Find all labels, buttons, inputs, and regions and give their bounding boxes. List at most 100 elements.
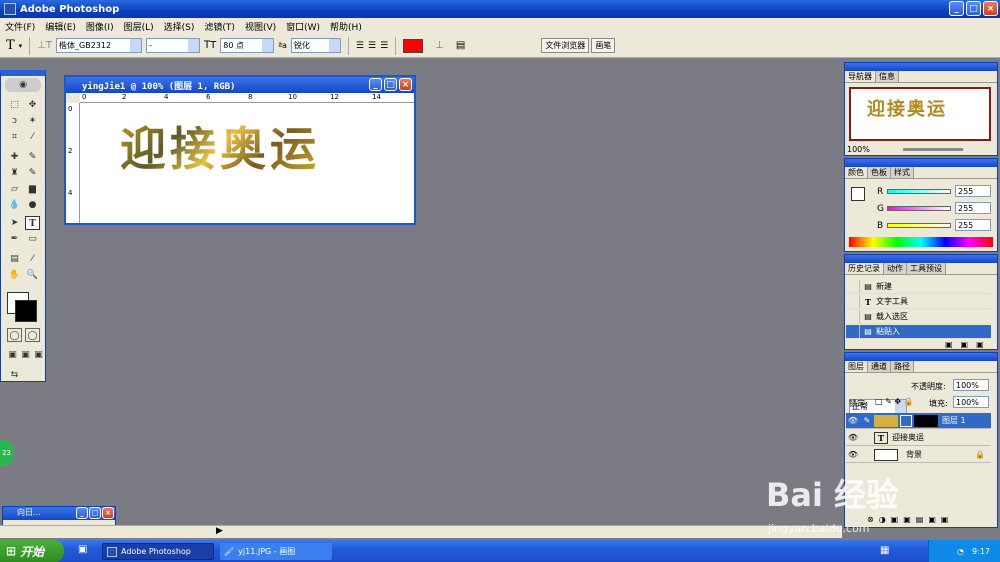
- langbar-close-button[interactable]: ×: [102, 507, 114, 519]
- r-slider[interactable]: [887, 189, 951, 194]
- b-value[interactable]: 255: [955, 219, 991, 231]
- text-color-swatch[interactable]: [403, 38, 424, 53]
- clock[interactable]: 9:17: [972, 547, 990, 556]
- navigator-preview[interactable]: 迎接奥运: [849, 87, 991, 141]
- dodge-tool-icon[interactable]: ●: [25, 198, 40, 212]
- menu-layer[interactable]: 图层(L): [119, 20, 159, 33]
- g-value[interactable]: 255: [955, 202, 991, 214]
- show-desktop-icon[interactable]: ▣: [78, 544, 87, 555]
- font-family-select[interactable]: 楷体_GB2312: [56, 38, 143, 53]
- align-center-icon[interactable]: ☰: [368, 41, 376, 51]
- navigator-zoom[interactable]: 100%: [847, 145, 870, 154]
- layer-row[interactable]: 👁 背景 🔒: [846, 447, 991, 463]
- zoom-slider[interactable]: [903, 148, 963, 151]
- file-browser-tab[interactable]: 文件浏览器: [541, 38, 590, 53]
- move-tool-icon[interactable]: ✥: [25, 98, 40, 112]
- document-window[interactable]: yingJie1 @ 100% (图层 1, RGB) _ □ × 0 2 4 …: [64, 75, 416, 225]
- warp-text-icon[interactable]: ⊥: [435, 40, 444, 51]
- pen-tool-icon[interactable]: ✒: [7, 232, 22, 246]
- shape-tool-icon[interactable]: ▭: [25, 232, 40, 246]
- taskbar-item-paint[interactable]: 🖌 yj11.JPG - 画图: [220, 543, 332, 560]
- doc-close-button[interactable]: ×: [399, 78, 412, 91]
- tab-history[interactable]: 历史记录: [845, 263, 884, 274]
- menu-file[interactable]: 文件(F): [0, 20, 40, 33]
- gradient-tool-icon[interactable]: ▆: [25, 182, 40, 196]
- adobe-online-icon[interactable]: ◉: [5, 78, 41, 92]
- type-tool-icon[interactable]: T: [6, 38, 15, 53]
- layer-row[interactable]: 👁 ✎ 图层 1: [846, 413, 991, 429]
- hand-tool-icon[interactable]: ✋: [7, 268, 22, 282]
- lasso-tool-icon[interactable]: ↄ: [7, 114, 22, 128]
- brush-tool-icon[interactable]: ✎: [25, 150, 40, 164]
- font-size-select[interactable]: 80 点: [220, 38, 275, 53]
- path-select-icon[interactable]: ➤: [7, 216, 22, 230]
- document-title-bar[interactable]: yingJie1 @ 100% (图层 1, RGB): [66, 77, 414, 93]
- tab-actions[interactable]: 动作: [884, 263, 907, 274]
- antialias-select[interactable]: 锐化: [290, 38, 341, 53]
- layer-row[interactable]: 👁 T 迎接奥运: [846, 430, 991, 446]
- eyedropper-icon[interactable]: ⁄: [25, 252, 40, 266]
- type-tool-active-icon[interactable]: T: [25, 216, 40, 230]
- background-color-swatch[interactable]: [15, 300, 37, 322]
- eye-icon[interactable]: 👁: [846, 433, 860, 442]
- quick-mask-icon[interactable]: ◯: [25, 328, 40, 342]
- align-left-icon[interactable]: ☰: [356, 41, 364, 51]
- eraser-tool-icon[interactable]: ▱: [7, 182, 22, 196]
- close-button[interactable]: ×: [983, 1, 998, 16]
- blur-tool-icon[interactable]: 💧: [7, 198, 22, 212]
- clone-stamp-icon[interactable]: ♜: [7, 166, 22, 180]
- tab-color[interactable]: 颜色: [845, 167, 868, 178]
- floating-badge[interactable]: 23: [0, 440, 14, 466]
- tab-paths[interactable]: 路径: [891, 361, 914, 372]
- network-icon[interactable]: ◔: [957, 547, 964, 556]
- menu-image[interactable]: 图像(I): [81, 20, 119, 33]
- g-slider[interactable]: [887, 206, 951, 211]
- color-fg-swatch[interactable]: [851, 187, 865, 201]
- menu-filter[interactable]: 滤镜(T): [199, 20, 240, 33]
- document-canvas[interactable]: 迎接奥运: [80, 103, 414, 223]
- history-item[interactable]: ▤ 载入选区: [846, 310, 991, 324]
- history-item[interactable]: ▤ 粘贴入: [846, 325, 991, 339]
- notes-tool-icon[interactable]: ▤: [7, 252, 22, 266]
- keyboard-icon[interactable]: ▦: [880, 545, 889, 556]
- palettes-icon[interactable]: ▤: [456, 40, 465, 51]
- slice-tool-icon[interactable]: ⁄: [25, 130, 40, 144]
- menu-window[interactable]: 窗口(W): [281, 20, 325, 33]
- fill-value[interactable]: 100%: [953, 396, 989, 408]
- langbar-minimize-button[interactable]: _: [76, 507, 88, 519]
- tab-navigator[interactable]: 导航器: [845, 71, 876, 82]
- tab-info[interactable]: 信息: [876, 71, 899, 82]
- lock-icons[interactable]: □ ✎ ✥ 🔒: [875, 397, 914, 406]
- tab-swatches[interactable]: 色板: [868, 167, 891, 178]
- b-slider[interactable]: [887, 223, 951, 228]
- r-value[interactable]: 255: [955, 185, 991, 197]
- font-style-select[interactable]: -: [146, 38, 201, 53]
- standard-mode-icon[interactable]: ◯: [7, 328, 22, 342]
- opacity-value[interactable]: 100%: [953, 379, 989, 391]
- maximize-button[interactable]: □: [966, 1, 981, 16]
- tab-layers[interactable]: 图层: [845, 361, 868, 372]
- taskbar-item-photoshop[interactable]: Adobe Photoshop: [102, 543, 214, 560]
- jump-to-imageready-icon[interactable]: ⇆: [7, 368, 22, 382]
- eye-icon[interactable]: 👁: [846, 416, 860, 425]
- menu-view[interactable]: 视图(V): [240, 20, 281, 33]
- text-orientation-icon[interactable]: ⊥T: [37, 40, 52, 51]
- screen-mode-full-icon[interactable]: ▣: [31, 348, 46, 362]
- align-right-icon[interactable]: ☰: [380, 41, 388, 51]
- brushes-tab[interactable]: 画笔: [591, 38, 616, 53]
- history-item[interactable]: ▤ 新建: [846, 280, 991, 294]
- play-arrow-icon[interactable]: ▶: [216, 526, 223, 536]
- marquee-tool-icon[interactable]: ⬚: [7, 98, 22, 112]
- zoom-tool-icon[interactable]: 🔍: [25, 268, 40, 282]
- langbar-maximize-button[interactable]: □: [89, 507, 101, 519]
- layers-footer-icons[interactable]: ⊗◑▣▣▤▣▣: [867, 515, 953, 524]
- menu-help[interactable]: 帮助(H): [325, 20, 367, 33]
- start-button[interactable]: ⊞ 开始: [0, 540, 64, 562]
- color-ramp[interactable]: [849, 237, 993, 247]
- history-brush-icon[interactable]: ✎: [25, 166, 40, 180]
- healing-brush-icon[interactable]: ✚: [7, 150, 22, 164]
- chevron-down-icon[interactable]: ▾: [19, 42, 23, 50]
- menu-edit[interactable]: 编辑(E): [40, 20, 81, 33]
- minimize-button[interactable]: _: [949, 1, 964, 16]
- menu-select[interactable]: 选择(S): [159, 20, 200, 33]
